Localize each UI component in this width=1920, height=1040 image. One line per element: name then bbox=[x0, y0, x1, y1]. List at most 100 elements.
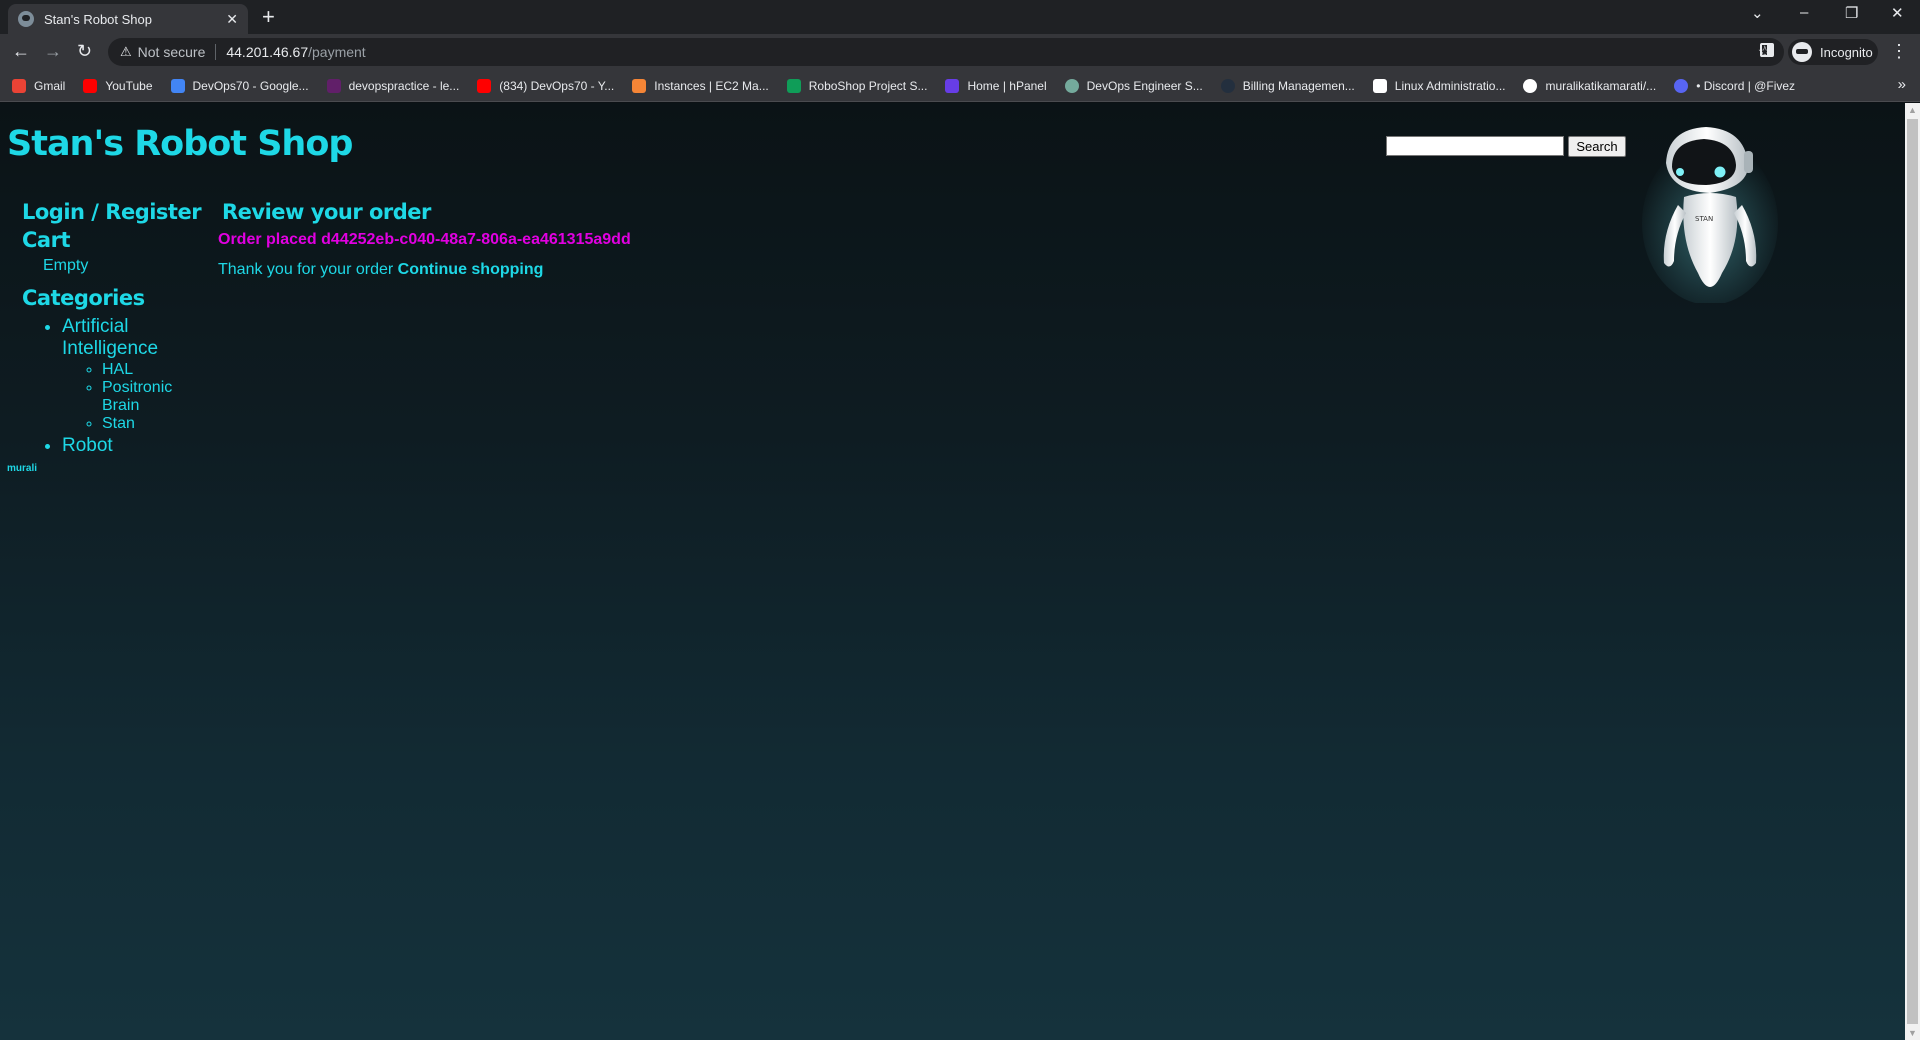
cart-status: Empty bbox=[43, 257, 89, 274]
incognito-icon bbox=[1792, 42, 1812, 62]
bookmark-devops70-doc[interactable]: DevOps70 - Google... bbox=[170, 78, 309, 93]
security-label[interactable]: Not secure bbox=[138, 44, 206, 60]
tab-search-icon[interactable]: ⌄ bbox=[1751, 4, 1764, 22]
warning-icon[interactable]: ⚠ bbox=[120, 44, 132, 60]
bookmark-label: Instances | EC2 Ma... bbox=[654, 78, 769, 93]
product-link-stan[interactable]: Stan bbox=[102, 415, 135, 432]
thank-you-text: Thank you for your order bbox=[218, 261, 398, 278]
bookmark-billing[interactable]: Billing Managemen... bbox=[1220, 78, 1355, 93]
bookmark-label: DevOps Engineer S... bbox=[1086, 78, 1203, 93]
bookmark-discord[interactable]: • Discord | @Fivez bbox=[1674, 78, 1796, 93]
google-docs-icon bbox=[170, 78, 185, 93]
bookmark-linux-admin[interactable]: Linux Administratio... bbox=[1372, 78, 1506, 93]
subcategory-list: HAL Positronic Brain Stan bbox=[62, 361, 182, 433]
k-logo-icon bbox=[1372, 78, 1387, 93]
bookmark-label: Linux Administratio... bbox=[1394, 78, 1506, 93]
youtube-icon bbox=[477, 78, 492, 93]
scroll-up-icon[interactable]: ▲ bbox=[1908, 105, 1917, 115]
incognito-label: Incognito bbox=[1820, 44, 1873, 60]
bookmark-label: (834) DevOps70 - Y... bbox=[499, 78, 615, 93]
bookmark-label: devopspractice - le... bbox=[348, 78, 460, 93]
url-path[interactable]: /payment bbox=[308, 44, 366, 60]
login-register-link[interactable]: Login / Register bbox=[22, 198, 202, 226]
continue-shopping-link[interactable]: Continue shopping bbox=[398, 261, 544, 278]
bookmark-github[interactable]: muralikatikamarati/... bbox=[1523, 78, 1657, 93]
thank-you-line: Thank you for your order Continue shoppi… bbox=[218, 260, 918, 280]
browser-tab-bar: Stan's Robot Shop ✕ + ⌄ – ❐ ✕ bbox=[0, 0, 1920, 34]
bookmarks-overflow-icon[interactable]: » bbox=[1898, 76, 1906, 93]
new-tab-button[interactable]: + bbox=[262, 5, 275, 29]
category-item: Artificial Intelligence HAL Positronic B… bbox=[62, 316, 202, 433]
robot-chest-label: STAN bbox=[1695, 215, 1713, 223]
bookmark-devopspractice[interactable]: devopspractice - le... bbox=[326, 78, 460, 93]
discord-icon bbox=[1674, 78, 1689, 93]
bookmarks-bar: Gmail YouTube DevOps70 - Google... devop… bbox=[0, 70, 1920, 102]
category-link-robot[interactable]: Robot bbox=[62, 435, 113, 456]
reload-button[interactable]: ↻ bbox=[77, 41, 92, 62]
chatgpt-icon bbox=[1064, 78, 1079, 93]
youtube-icon bbox=[83, 78, 98, 93]
order-confirmation-message: Order placed d44252eb-c040-48a7-806a-ea4… bbox=[218, 231, 631, 248]
bookmark-devops-engineer[interactable]: DevOps Engineer S... bbox=[1064, 78, 1203, 93]
cart-heading[interactable]: Cart bbox=[22, 226, 202, 254]
bookmark-label: YouTube bbox=[105, 78, 153, 93]
sidebar: Login / Register Cart Empty Categories A… bbox=[22, 198, 202, 457]
review-order-heading: Review your order bbox=[222, 200, 431, 224]
subcategory-item: Stan bbox=[102, 415, 182, 433]
bookmark-roboshop-project[interactable]: RoboShop Project S... bbox=[786, 78, 928, 93]
address-separator bbox=[215, 44, 217, 60]
browser-toolbar: ← → ↻ ⚠ Not secure 44.201.46.67 /payment… bbox=[0, 34, 1920, 70]
subcategory-item: HAL bbox=[102, 361, 182, 379]
category-link-artificial-intelligence[interactable]: Artificial Intelligence bbox=[62, 316, 158, 359]
browser-menu-icon[interactable]: ⋮ bbox=[1890, 41, 1908, 62]
github-icon bbox=[1523, 78, 1538, 93]
robot-favicon-icon bbox=[18, 11, 34, 27]
product-link-positronic-brain[interactable]: Positronic Brain bbox=[102, 379, 172, 414]
bookmark-youtube[interactable]: YouTube bbox=[83, 78, 153, 93]
category-item: Robot bbox=[62, 435, 202, 457]
tab-close-icon[interactable]: ✕ bbox=[226, 11, 238, 28]
categories-heading: Categories bbox=[22, 286, 145, 310]
hostinger-icon bbox=[945, 78, 960, 93]
bookmark-label: DevOps70 - Google... bbox=[192, 78, 309, 93]
order-review-panel: Review your order Order placed d44252eb-… bbox=[218, 198, 918, 280]
bookmark-label: muralikatikamarati/... bbox=[1545, 78, 1657, 93]
bookmark-label: RoboShop Project S... bbox=[808, 78, 928, 93]
side-panel-icon[interactable] bbox=[1760, 43, 1774, 57]
scrollbar-thumb[interactable] bbox=[1907, 119, 1918, 1024]
bookmark-label: Billing Managemen... bbox=[1242, 78, 1355, 93]
close-window-button[interactable]: ✕ bbox=[1891, 4, 1904, 22]
aws-icon bbox=[1220, 78, 1235, 93]
bookmark-ec2-instances[interactable]: Instances | EC2 Ma... bbox=[632, 78, 769, 93]
bookmark-devops70-youtube[interactable]: (834) DevOps70 - Y... bbox=[477, 78, 615, 93]
address-bar[interactable]: ⚠ Not secure 44.201.46.67 /payment ☆ bbox=[108, 38, 1784, 66]
bookmark-hpanel[interactable]: Home | hPanel bbox=[945, 78, 1047, 93]
incognito-indicator[interactable]: Incognito bbox=[1788, 39, 1878, 65]
forward-button[interactable]: → bbox=[44, 41, 62, 62]
tab-title: Stan's Robot Shop bbox=[44, 11, 152, 27]
restore-button[interactable]: ❐ bbox=[1845, 4, 1858, 22]
gmail-icon bbox=[12, 78, 26, 93]
page-viewport: Stan's Robot Shop Search STAN Login / Re… bbox=[0, 103, 1920, 1040]
google-sheets-icon bbox=[786, 78, 801, 93]
bookmark-gmail[interactable]: Gmail bbox=[12, 78, 66, 93]
scroll-down-icon[interactable]: ▼ bbox=[1908, 1028, 1917, 1038]
search-button[interactable]: Search bbox=[1568, 136, 1626, 157]
bookmark-label: Home | hPanel bbox=[967, 78, 1047, 93]
bookmark-label: • Discord | @Fivez bbox=[1696, 78, 1796, 93]
url-host[interactable]: 44.201.46.67 bbox=[226, 44, 308, 60]
subcategory-item: Positronic Brain bbox=[102, 379, 182, 415]
stan-robot-image: STAN bbox=[1642, 127, 1778, 303]
search-input[interactable] bbox=[1386, 136, 1564, 156]
browser-tab[interactable]: Stan's Robot Shop ✕ bbox=[8, 4, 248, 34]
minimize-button[interactable]: – bbox=[1800, 4, 1808, 21]
aws-ec2-icon bbox=[632, 78, 647, 93]
category-list: Artificial Intelligence HAL Positronic B… bbox=[22, 316, 202, 457]
bookmark-label: Gmail bbox=[34, 78, 66, 93]
product-link-hal[interactable]: HAL bbox=[102, 361, 133, 378]
slack-icon bbox=[326, 78, 341, 93]
vertical-scrollbar[interactable]: ▲ ▼ bbox=[1905, 103, 1920, 1040]
site-title[interactable]: Stan's Robot Shop bbox=[7, 124, 353, 164]
back-button[interactable]: ← bbox=[12, 41, 30, 62]
footer-username: murali bbox=[7, 463, 38, 474]
